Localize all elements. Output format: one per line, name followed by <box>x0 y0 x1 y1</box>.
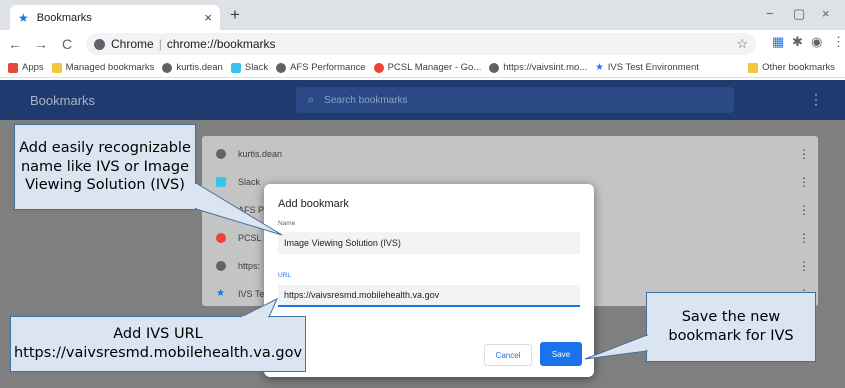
url-field[interactable]: https://vaivsresmd.mobilehealth.va.gov <box>278 285 580 307</box>
url-text: chrome://bookmarks <box>166 37 276 51</box>
bookmark-pcsl[interactable]: PCSL Manager - Go... <box>373 62 482 73</box>
list-item-label: PCSL <box>238 233 262 243</box>
url-separator: | <box>158 37 162 51</box>
tab-strip: ★ Bookmarks × + − ▢ × <box>0 0 845 30</box>
bookmark-label: AFS Performance <box>290 62 366 73</box>
tab-close-icon[interactable]: × <box>204 10 212 25</box>
tab-bookmarks[interactable]: ★ Bookmarks × <box>10 5 220 30</box>
chrome-icon <box>94 38 105 50</box>
bookmark-managed[interactable]: Managed bookmarks <box>51 62 155 73</box>
globe-icon <box>216 149 226 159</box>
star-icon[interactable]: ☆ <box>736 36 748 52</box>
slack-icon <box>216 177 226 187</box>
name-callout: Add easily recognizable name like IVS or… <box>14 124 283 236</box>
forward-button[interactable]: → <box>30 36 52 52</box>
star-icon: ★ <box>595 62 604 73</box>
tab-title: Bookmarks <box>36 11 92 24</box>
bookmarks-header: Bookmarks ⌕ Search bookmarks ⋮ <box>0 80 845 120</box>
url-callout-line1: Add IVS URL <box>113 326 203 343</box>
bookmark-afs[interactable]: AFS Performance <box>276 62 366 73</box>
name-callout-text: Add easily recognizable name like IVS or… <box>19 140 191 194</box>
apps-grid-icon <box>8 62 18 73</box>
globe-icon <box>489 62 500 73</box>
minimize-button[interactable]: − <box>766 6 774 21</box>
bookmark-label: PCSL Manager - Go... <box>387 62 482 73</box>
list-item-label: https: <box>238 261 261 271</box>
browser-toolbar: ← → C Chrome | chrome://bookmarks ☆ <box>0 30 845 58</box>
url-label: URL <box>278 272 292 279</box>
bookmark-vaivsint[interactable]: https://vaivsint.mo... <box>489 62 587 73</box>
more-icon[interactable]: ⋮ <box>798 203 810 217</box>
name-label: Name <box>278 220 296 227</box>
name-field[interactable]: Image Viewing Solution (IVS) <box>278 232 580 254</box>
new-tab-button[interactable]: + <box>230 5 240 25</box>
menu-icon[interactable]: ⋮ <box>832 34 845 50</box>
reload-button[interactable]: C <box>56 36 78 52</box>
add-bookmark-dialog: Add bookmark Name Image Viewing Solution… <box>264 184 594 377</box>
google-icon <box>216 233 226 243</box>
profile-icon[interactable]: ◉ <box>811 34 822 50</box>
more-icon[interactable]: ⋮ <box>798 259 810 273</box>
windows-icon[interactable]: ▦ <box>772 34 784 50</box>
name-field-value: Image Viewing Solution (IVS) <box>284 238 401 248</box>
bookmark-label: kurtis.dean <box>176 62 223 73</box>
other-bookmarks[interactable]: Other bookmarks <box>748 62 835 73</box>
globe-icon <box>276 62 287 73</box>
search-placeholder: Search bookmarks <box>324 94 408 106</box>
folder-icon <box>748 62 759 73</box>
bookmark-label: Apps <box>22 62 44 73</box>
bookmark-kurtis[interactable]: kurtis.dean <box>162 62 223 73</box>
more-icon[interactable]: ⋮ <box>798 175 810 189</box>
dialog-title: Add bookmark <box>278 198 349 210</box>
save-callout-pointer <box>584 334 648 360</box>
close-window-button[interactable]: × <box>822 6 830 21</box>
more-icon[interactable]: ⋮ <box>798 147 810 161</box>
list-item[interactable]: kurtis.dean ⋮ <box>202 140 818 168</box>
url-callout-line2: https://vaivsresmd.mobilehealth.va.gov <box>13 345 303 361</box>
more-options-icon[interactable]: ⋮ <box>809 91 823 108</box>
save-button[interactable]: Save <box>540 342 582 366</box>
url-callout: Add IVS URL https://vaivsresmd.mobilehea… <box>10 297 306 372</box>
site-label: Chrome <box>111 37 154 51</box>
save-callout: Save the new bookmark for IVS <box>584 292 816 362</box>
globe-icon <box>216 261 226 271</box>
search-input[interactable]: ⌕ Search bookmarks <box>296 87 734 113</box>
bookmark-slack[interactable]: Slack <box>230 62 269 73</box>
folder-icon <box>51 62 62 73</box>
url-field-value: https://vaivsresmd.mobilehealth.va.gov <box>284 290 440 300</box>
more-icon[interactable]: ⋮ <box>798 231 810 245</box>
slack-icon <box>230 62 241 73</box>
bookmark-label: IVS Test Environment <box>607 62 699 73</box>
maximize-button[interactable]: ▢ <box>793 6 805 22</box>
google-icon <box>373 62 384 73</box>
list-item-label: kurtis.dean <box>238 149 283 159</box>
address-bar[interactable]: Chrome | chrome://bookmarks ☆ <box>86 33 756 55</box>
other-bookmarks-label: Other bookmarks <box>762 62 835 73</box>
url-callout-pointer <box>240 297 279 318</box>
bookmark-star-icon: ★ <box>18 10 29 25</box>
bookmark-label: Slack <box>244 62 269 73</box>
globe-icon <box>162 62 173 73</box>
bookmark-label: https://vaivsint.mo... <box>503 62 588 73</box>
back-button[interactable]: ← <box>4 36 26 52</box>
bookmark-apps[interactable]: Apps <box>8 62 44 73</box>
page-title: Bookmarks <box>30 93 96 108</box>
cancel-button[interactable]: Cancel <box>484 344 532 366</box>
list-item-label: IVS Te <box>238 289 265 299</box>
list-item-label: Slack <box>238 177 261 187</box>
bookmark-ivs-test[interactable]: ★ IVS Test Environment <box>595 62 699 73</box>
bookmark-label: Managed bookmarks <box>65 62 155 73</box>
search-icon: ⌕ <box>308 93 315 106</box>
save-callout-text: Save the new bookmark for IVS <box>668 309 794 344</box>
name-callout-pointer <box>195 182 283 236</box>
bookmarks-bar: Apps Managed bookmarks kurtis.dean Slack… <box>0 58 845 78</box>
extensions-icon[interactable]: ✱ <box>792 34 803 50</box>
star-icon: ★ <box>216 288 225 299</box>
